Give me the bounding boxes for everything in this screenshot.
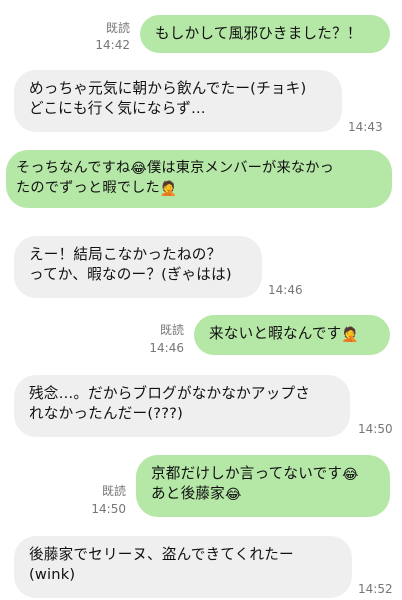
read-receipt: 既読 [105,21,130,35]
message-text: ってか、暇なのー？(ぎゃはは) [29,266,232,283]
message-text: 来ないと暇なんです [209,325,342,342]
read-receipt: 既読 [159,323,184,337]
message-text: そっちなんですね [16,160,131,176]
message-text: どこにも行く気にならず… [29,100,206,117]
message-bubble-outgoing[interactable]: そっちなんですね😂僕は東京メンバーが来なかっ たのでずっと暇でした🤦 [6,150,392,208]
message-bubble-incoming[interactable]: 後藤家でセリーヌ、盗んできてくれたー (wink) [14,536,352,598]
message-bubble-incoming[interactable]: 残念…。だからブログがなかなかアップさ れなかったんだー(???) [14,375,350,437]
message-text: (wink) [29,566,76,583]
laughing-tears-emoji-icon: 😂 [130,161,147,177]
message-text: 京都だけしか言ってないです [151,465,343,482]
message-bubble-incoming[interactable]: えー！結局こなかったねの？ ってか、暇なのー？(ぎゃはは) [14,236,262,298]
message-text: 後藤家でセリーヌ、盗んできてくれたー [29,546,294,563]
message-text: たのでずっと暇でした [16,180,160,196]
message-time: 14:50 [91,502,126,516]
laughing-tears-emoji-icon: 😂 [224,487,242,503]
message-text: もしかして風邪ひきました？！ [155,25,362,42]
message-text: 残念…。だからブログがなかなかアップさ [29,385,311,402]
message-text: めっちゃ元気に朝から飲んでたー(チョキ) [29,80,307,97]
message-bubble-outgoing[interactable]: もしかして風邪ひきました？！ [140,15,390,53]
message-time: 14:46 [268,283,303,297]
chat-view: 既読 14:42 もしかして風邪ひきました？！ めっちゃ元気に朝から飲んでたー(… [0,0,402,600]
message-text: あと後藤家 [151,485,225,502]
read-receipt: 既読 [101,484,126,498]
message-bubble-outgoing[interactable]: 京都だけしか言ってないです😂 あと後藤家😂 [136,455,390,517]
message-text: 僕は東京メンバーが来なかっ [146,160,334,176]
message-time: 14:46 [149,341,184,355]
message-time: 14:42 [95,38,130,52]
facepalm-emoji-icon: 🤦 [159,181,178,197]
message-time: 14:43 [348,120,383,134]
message-text: れなかったんだー(???) [29,405,183,422]
message-time: 14:50 [358,422,393,436]
facepalm-emoji-icon: 🤦 [341,327,360,343]
laughing-tears-emoji-icon: 😂 [342,467,359,483]
message-text: えー！結局こなかったねの？ [29,246,222,263]
message-bubble-incoming[interactable]: めっちゃ元気に朝から飲んでたー(チョキ) どこにも行く気にならず… [14,70,342,132]
message-bubble-outgoing[interactable]: 来ないと暇なんです🤦 [194,315,390,355]
message-time: 14:52 [358,582,393,596]
